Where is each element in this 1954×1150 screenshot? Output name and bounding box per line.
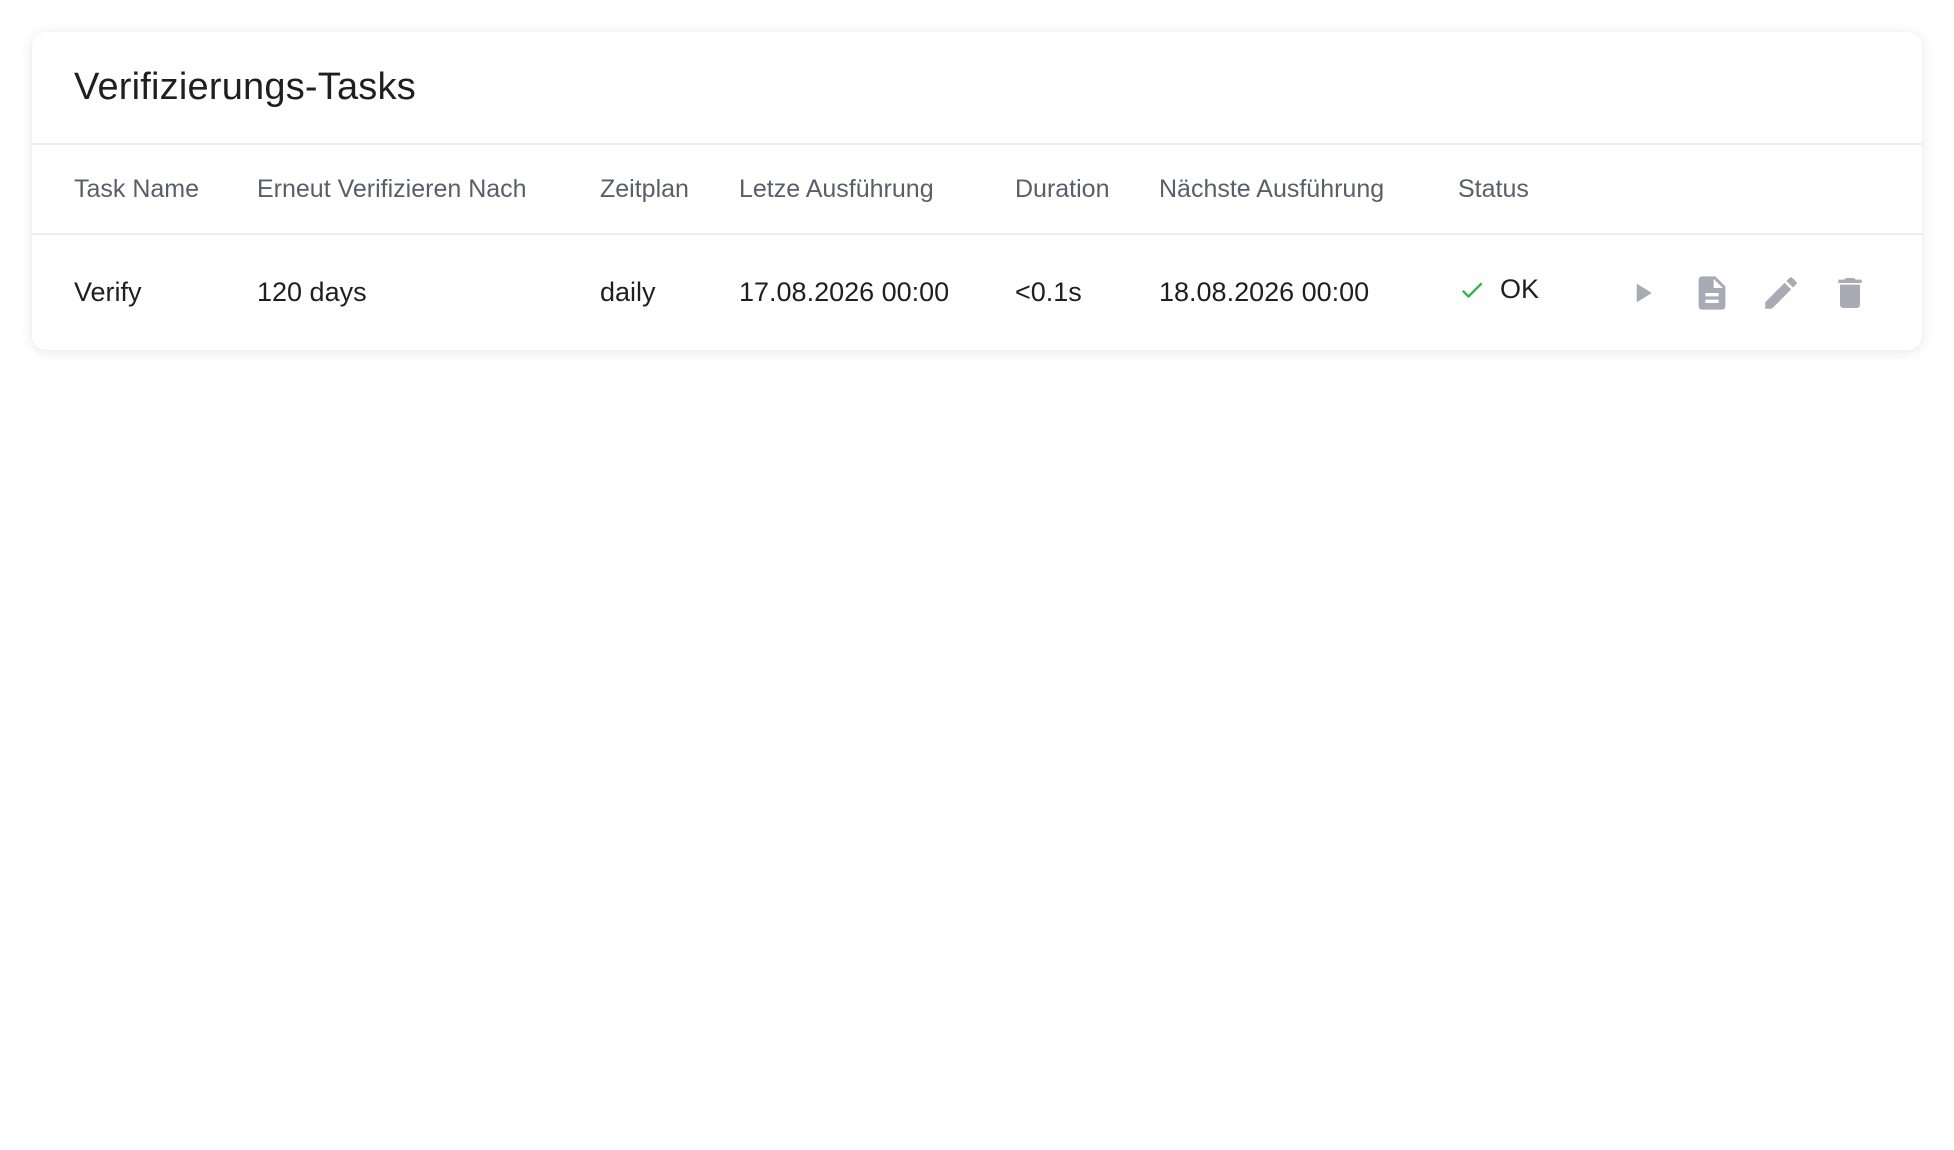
row-actions [1608, 263, 1922, 323]
cell-task-name: Verify [74, 277, 142, 307]
column-header-schedule[interactable]: Zeitplan [600, 145, 739, 235]
column-header-status[interactable]: Status [1458, 145, 1608, 235]
cell-next-run: 18.08.2026 00:00 [1159, 277, 1370, 307]
cell-schedule: daily [600, 277, 656, 307]
document-icon [1692, 272, 1732, 314]
column-header-duration[interactable]: Duration [1015, 145, 1159, 235]
cell-reverify-after: 120 days [257, 277, 367, 307]
panel-title: Verifizierungs-Tasks [74, 66, 416, 108]
cell-status: OK [1458, 234, 1608, 350]
delete-task-button[interactable] [1815, 263, 1884, 323]
column-header-next-run[interactable]: Nächste Ausführung [1159, 145, 1458, 235]
check-icon [1458, 276, 1486, 304]
column-header-reverify-after[interactable]: Erneut Verifizieren Nach [257, 145, 600, 235]
trash-icon [1830, 272, 1870, 314]
pencil-icon [1760, 272, 1802, 314]
column-header-task-name[interactable]: Task Name [32, 145, 257, 235]
edit-task-button[interactable] [1746, 263, 1815, 323]
cell-actions [1608, 234, 1922, 350]
tasks-table: Task Name Erneut Verifizieren Nach Zeitp… [32, 145, 1922, 350]
verification-tasks-panel: Verifizierungs-Tasks Task Name Erneut Ve… [32, 32, 1922, 350]
table-row: Verify 120 days daily 17.08.2026 00:00 <… [32, 234, 1922, 350]
table-header-row: Task Name Erneut Verifizieren Nach Zeitp… [32, 145, 1922, 235]
run-task-button[interactable] [1608, 263, 1677, 323]
cell-duration: <0.1s [1015, 277, 1082, 307]
cell-last-run: 17.08.2026 00:00 [739, 277, 950, 307]
status-badge: OK [1458, 274, 1539, 305]
column-header-last-run[interactable]: Letze Ausführung [739, 145, 1015, 235]
play-icon [1628, 278, 1658, 308]
column-header-actions [1608, 145, 1922, 235]
status-label: OK [1500, 274, 1540, 305]
show-log-button[interactable] [1677, 263, 1746, 323]
panel-header: Verifizierungs-Tasks [32, 32, 1922, 145]
